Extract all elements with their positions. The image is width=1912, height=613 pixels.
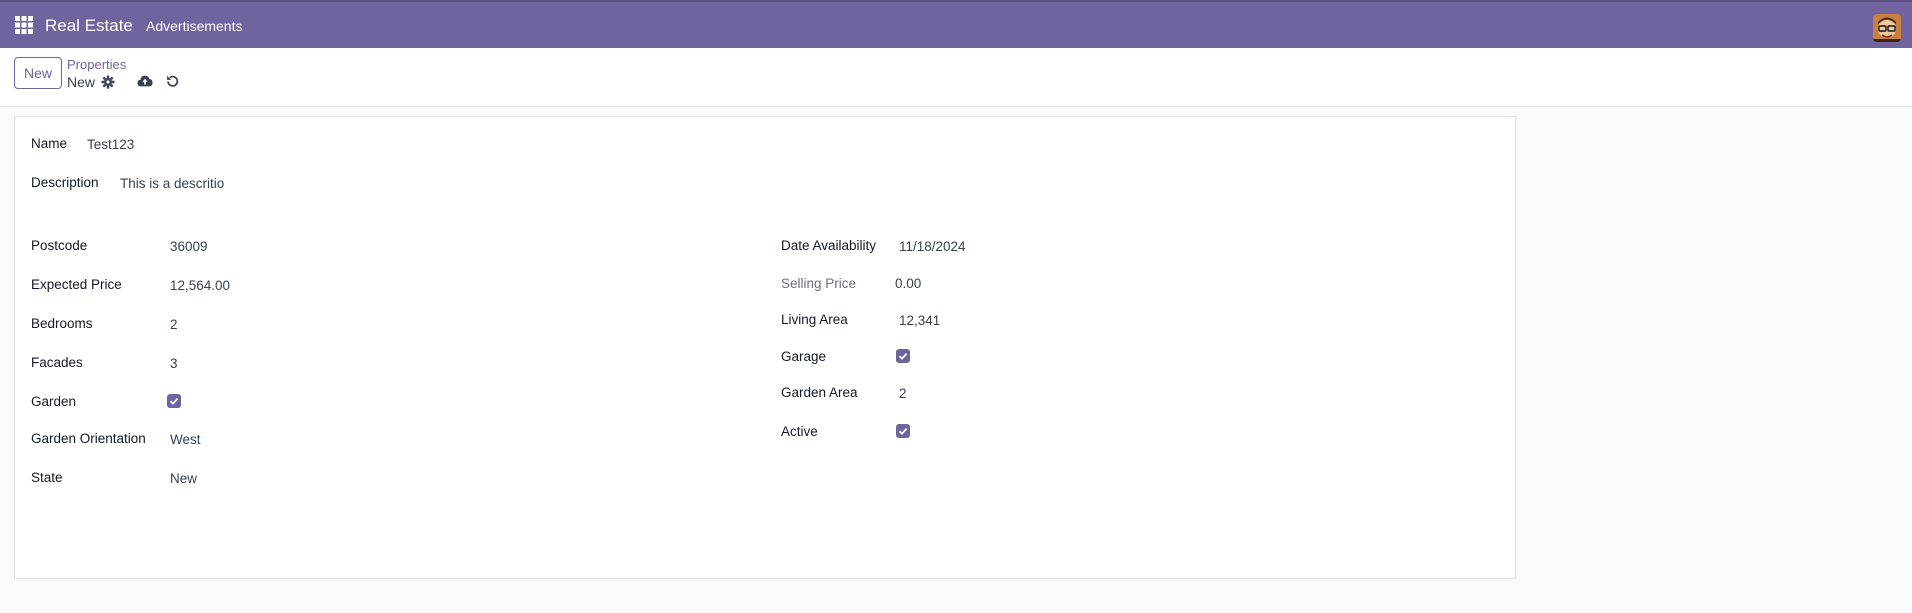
garage-label: Garage	[781, 349, 827, 364]
postcode-label: Postcode	[31, 238, 88, 253]
garden-orientation-label: Garden Orientation	[31, 431, 146, 446]
check-icon	[898, 352, 908, 360]
facades-field[interactable]: 3	[170, 356, 178, 371]
breadcrumb-properties[interactable]: Properties	[67, 57, 126, 72]
breadcrumb-current: New	[67, 74, 96, 90]
state-label: State	[31, 470, 63, 485]
bedrooms-label: Bedrooms	[31, 316, 93, 331]
expected-price-field[interactable]: 12,564.00	[170, 278, 230, 293]
undo-icon[interactable]	[165, 74, 180, 89]
cloud-upload-icon[interactable]	[137, 74, 153, 88]
bedrooms-field[interactable]: 2	[170, 317, 178, 332]
new-button[interactable]: New	[14, 57, 62, 89]
garden-area-field[interactable]: 2	[899, 386, 907, 401]
control-panel: New Properties New	[0, 48, 1912, 107]
check-icon	[898, 427, 908, 435]
name-label: Name	[31, 136, 68, 151]
postcode-field[interactable]: 36009	[170, 239, 208, 254]
living-area-field[interactable]: 12,341	[899, 313, 940, 328]
apps-grid-icon[interactable]	[15, 16, 33, 34]
description-field[interactable]: This is a descritio	[120, 176, 224, 191]
gear-icon[interactable]	[101, 75, 115, 89]
garden-orientation-select[interactable]: West	[170, 432, 201, 447]
facades-label: Facades	[31, 355, 83, 370]
top-navbar: Real Estate Advertisements	[0, 0, 1912, 48]
avatar-icon	[1873, 14, 1901, 42]
selling-price-label: Selling Price	[781, 276, 857, 291]
user-avatar[interactable]	[1873, 14, 1901, 42]
name-field[interactable]: Test123	[87, 137, 134, 152]
description-label: Description	[31, 175, 99, 190]
garage-checkbox[interactable]	[896, 349, 910, 363]
active-checkbox[interactable]	[896, 424, 910, 438]
app-title[interactable]: Real Estate	[45, 16, 133, 36]
garden-area-label: Garden Area	[781, 385, 858, 400]
garden-checkbox[interactable]	[167, 394, 181, 408]
check-icon	[169, 397, 179, 405]
garden-label: Garden	[31, 394, 77, 409]
expected-price-label: Expected Price	[31, 277, 122, 292]
living-area-label: Living Area	[781, 312, 848, 327]
form-sheet: Name Test123 Description This is a descr…	[14, 116, 1516, 579]
selling-price-value: 0.00	[895, 276, 922, 291]
menu-advertisements[interactable]: Advertisements	[146, 18, 242, 34]
state-select[interactable]: New	[170, 471, 197, 486]
date-availability-label: Date Availability	[781, 238, 877, 253]
active-label: Active	[781, 424, 818, 439]
date-availability-field[interactable]: 11/18/2024	[899, 239, 966, 254]
